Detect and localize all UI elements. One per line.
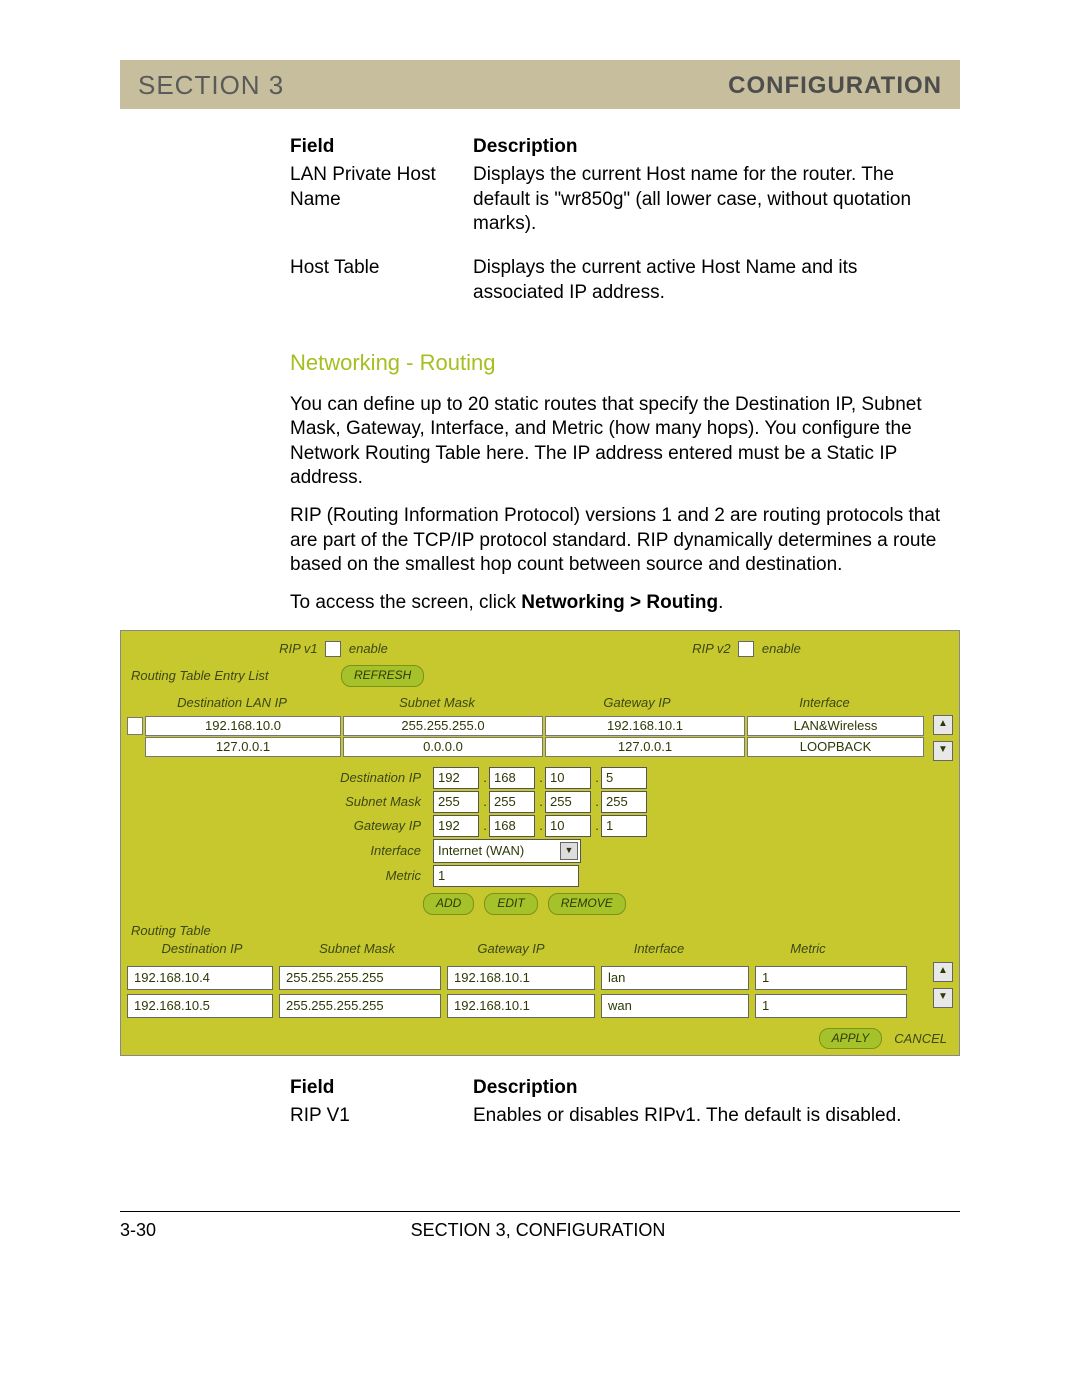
field-table-2: Field Description RIP V1 Enables or disa… — [290, 1074, 960, 1131]
rt-interface-input[interactable]: wan — [601, 994, 749, 1018]
edit-button[interactable]: EDIT — [484, 893, 537, 914]
rt-subnet-input[interactable]: 255.255.255.255 — [279, 994, 441, 1018]
routing-row: 192.168.10.5 255.255.255.255 192.168.10.… — [127, 994, 933, 1018]
field-name: LAN Private Host Name — [290, 161, 473, 238]
rt-dest-input[interactable]: 192.168.10.5 — [127, 994, 273, 1018]
field-table-1: Field Description LAN Private Host Name … — [290, 133, 960, 307]
field-name: RIP V1 — [290, 1102, 473, 1130]
interface-select[interactable]: Internet (WAN) ▼ — [433, 839, 581, 863]
page-number: 3-30 — [120, 1220, 156, 1241]
remove-button[interactable]: REMOVE — [548, 893, 626, 914]
rt-gateway-input[interactable]: 192.168.10.1 — [447, 994, 595, 1018]
entry-list-label: Routing Table Entry List — [127, 668, 341, 685]
col-description: Description — [473, 1074, 960, 1102]
rt-dest-input[interactable]: 192.168.10.4 — [127, 966, 273, 990]
ip-octet-input[interactable]: 10 — [545, 767, 591, 789]
col-description: Description — [473, 133, 960, 161]
router-ui-panel: RIP v1 enable RIP v2 enable Routing Tabl… — [120, 630, 960, 1057]
scroll-down-icon[interactable]: ▼ — [933, 741, 953, 761]
page-footer: 3-30 SECTION 3, CONFIGURATION — [120, 1220, 960, 1241]
checkbox-icon[interactable] — [325, 641, 341, 657]
rt-col-gateway: Gateway IP — [437, 941, 585, 958]
field-desc: Displays the current Host name for the r… — [473, 161, 960, 238]
scroll-up-icon[interactable]: ▲ — [933, 715, 953, 735]
ip-octet-input[interactable]: 168 — [489, 767, 535, 789]
rt-interface-input[interactable]: lan — [601, 966, 749, 990]
routing-table-label: Routing Table — [127, 923, 953, 940]
scroll-down-icon[interactable]: ▼ — [933, 988, 953, 1008]
ip-octet-input[interactable]: 1 — [601, 815, 647, 837]
rt-col-subnet: Subnet Mask — [277, 941, 437, 958]
footer-title: SECTION 3, CONFIGURATION — [411, 1220, 666, 1241]
add-button[interactable]: ADD — [423, 893, 474, 914]
rt-metric-input[interactable]: 1 — [755, 994, 907, 1018]
field-name: Host Table — [290, 254, 473, 307]
ip-octet-input[interactable]: 192 — [433, 767, 479, 789]
dest-ip-label: Destination IP — [127, 770, 433, 787]
ip-octet-input[interactable]: 255 — [545, 791, 591, 813]
routing-row: 192.168.10.4 255.255.255.255 192.168.10.… — [127, 966, 933, 990]
col-dest-ip: Destination LAN IP — [127, 695, 337, 712]
refresh-button[interactable]: REFRESH — [341, 665, 424, 686]
chevron-down-icon[interactable]: ▼ — [560, 842, 578, 860]
ip-octet-input[interactable]: 255 — [601, 791, 647, 813]
section-title-right: CONFIGURATION — [728, 72, 942, 100]
ip-octet-input[interactable]: 5 — [601, 767, 647, 789]
paragraph: RIP (Routing Information Protocol) versi… — [290, 504, 960, 577]
cancel-button[interactable]: CANCEL — [894, 1028, 947, 1049]
field-desc: Displays the current active Host Name an… — [473, 254, 960, 307]
entry-row[interactable]: 192.168.10.0 255.255.255.0 192.168.10.1 … — [127, 716, 933, 736]
ip-octet-input[interactable]: 255 — [433, 791, 479, 813]
ip-octet-input[interactable]: 192 — [433, 815, 479, 837]
rip-v2-toggle[interactable]: RIP v2 enable — [692, 641, 801, 658]
rip-v1-toggle[interactable]: RIP v1 enable — [279, 641, 388, 658]
rt-col-interface: Interface — [585, 941, 733, 958]
rt-subnet-input[interactable]: 255.255.255.255 — [279, 966, 441, 990]
col-gateway: Gateway IP — [537, 695, 737, 712]
metric-input[interactable]: 1 — [433, 865, 579, 887]
entry-row[interactable]: 127.0.0.1 0.0.0.0 127.0.0.1 LOOPBACK — [127, 737, 933, 757]
metric-label: Metric — [127, 868, 433, 885]
ip-octet-input[interactable]: 10 — [545, 815, 591, 837]
ip-octet-input[interactable]: 168 — [489, 815, 535, 837]
paragraph: You can define up to 20 static routes th… — [290, 393, 960, 490]
subsection-title: Networking - Routing — [290, 349, 960, 377]
paragraph: To access the screen, click Networking >… — [290, 591, 960, 615]
section-label: SECTION 3 — [138, 70, 284, 101]
section-header: SECTION 3 CONFIGURATION — [120, 60, 960, 109]
rt-metric-input[interactable]: 1 — [755, 966, 907, 990]
scroll-up-icon[interactable]: ▲ — [933, 962, 953, 982]
checkbox-icon[interactable] — [738, 641, 754, 657]
col-field: Field — [290, 133, 473, 161]
footer-divider — [120, 1211, 960, 1212]
col-field: Field — [290, 1074, 473, 1102]
field-desc: Enables or disables RIPv1. The default i… — [473, 1102, 960, 1130]
interface-label: Interface — [127, 843, 433, 860]
subnet-label: Subnet Mask — [127, 794, 433, 811]
ip-octet-input[interactable]: 255 — [489, 791, 535, 813]
rt-gateway-input[interactable]: 192.168.10.1 — [447, 966, 595, 990]
apply-button[interactable]: APPLY — [819, 1028, 883, 1049]
rt-col-metric: Metric — [733, 941, 883, 958]
gateway-label: Gateway IP — [127, 818, 433, 835]
rt-col-dest: Destination IP — [127, 941, 277, 958]
col-subnet: Subnet Mask — [337, 695, 537, 712]
col-interface: Interface — [737, 695, 912, 712]
row-selector[interactable] — [127, 717, 143, 735]
